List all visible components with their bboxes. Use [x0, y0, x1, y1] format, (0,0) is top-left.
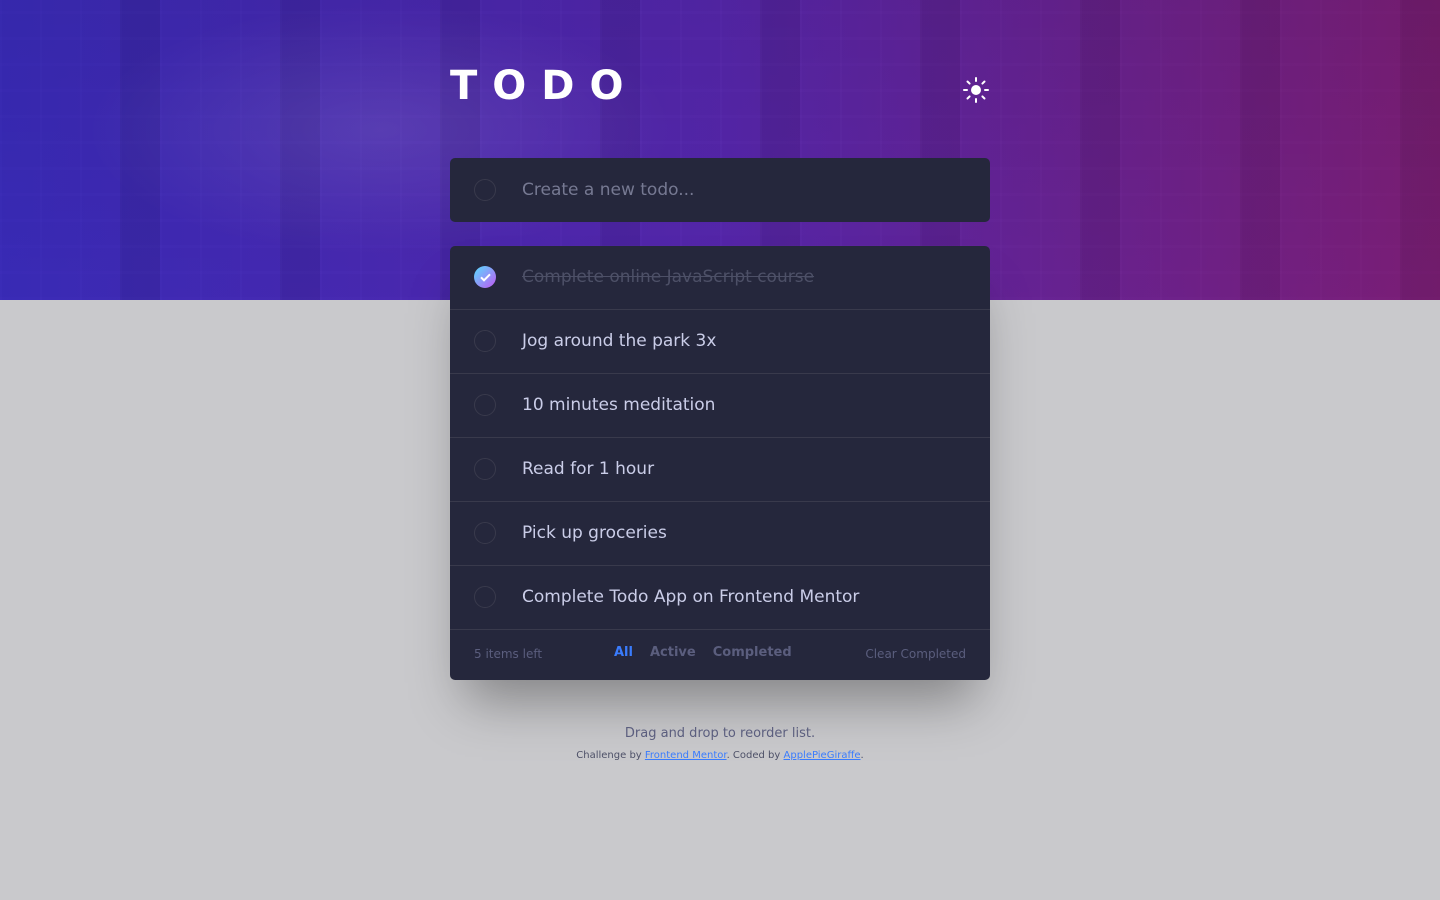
clear-completed-button[interactable]: Clear Completed — [865, 647, 966, 661]
author-link[interactable]: ApplePieGiraffe — [784, 750, 861, 761]
todo-item[interactable]: Read for 1 hour — [450, 438, 990, 502]
frontend-mentor-link[interactable]: Frontend Mentor — [645, 750, 727, 761]
filter-group: All Active Completed — [614, 645, 809, 660]
todo-checkbox-checked[interactable] — [474, 266, 496, 288]
todo-checkbox[interactable] — [474, 586, 496, 608]
todo-checkbox[interactable] — [474, 458, 496, 480]
todo-item[interactable]: Complete online JavaScript course — [450, 246, 990, 310]
attribution-middle: . Coded by — [726, 750, 784, 761]
todo-item[interactable]: 10 minutes meditation — [450, 374, 990, 438]
new-todo-input[interactable] — [522, 176, 962, 204]
new-todo-checkbox[interactable] — [474, 179, 496, 201]
todo-checkbox[interactable] — [474, 330, 496, 352]
theme-toggle-button[interactable] — [962, 76, 990, 104]
new-todo-panel — [450, 158, 990, 222]
todo-checkbox[interactable] — [474, 394, 496, 416]
todo-text: Pick up groceries — [522, 523, 667, 543]
sun-icon — [963, 77, 989, 103]
todo-text: Read for 1 hour — [522, 459, 655, 479]
attribution: Challenge by Frontend Mentor. Coded by A… — [0, 750, 1440, 761]
todo-list: Complete online JavaScript course Jog ar… — [450, 246, 990, 680]
todo-item[interactable]: Jog around the park 3x — [450, 310, 990, 374]
todo-text: Jog around the park 3x — [522, 331, 717, 351]
attribution-prefix: Challenge by — [576, 750, 645, 761]
attribution-suffix: . — [860, 750, 864, 761]
todo-text: Complete Todo App on Frontend Mentor — [522, 587, 860, 607]
todo-checkbox[interactable] — [474, 522, 496, 544]
todo-item[interactable]: Complete Todo App on Frontend Mentor — [450, 566, 990, 630]
items-left-count: 5 items left — [474, 647, 543, 661]
list-footer: 5 items left All Active Completed Clear Co… — [450, 630, 990, 680]
filter-active[interactable]: Active — [650, 645, 696, 660]
todo-text: 10 minutes meditation — [522, 395, 716, 415]
filter-all[interactable]: All — [614, 645, 633, 660]
filter-completed[interactable]: Completed — [713, 645, 792, 660]
check-icon — [480, 273, 491, 282]
drag-drop-hint: Drag and drop to reorder list. — [624, 726, 816, 741]
app-title: TODO — [450, 63, 639, 109]
todo-text: Complete online JavaScript course — [522, 267, 815, 287]
todo-item[interactable]: Pick up groceries — [450, 502, 990, 566]
